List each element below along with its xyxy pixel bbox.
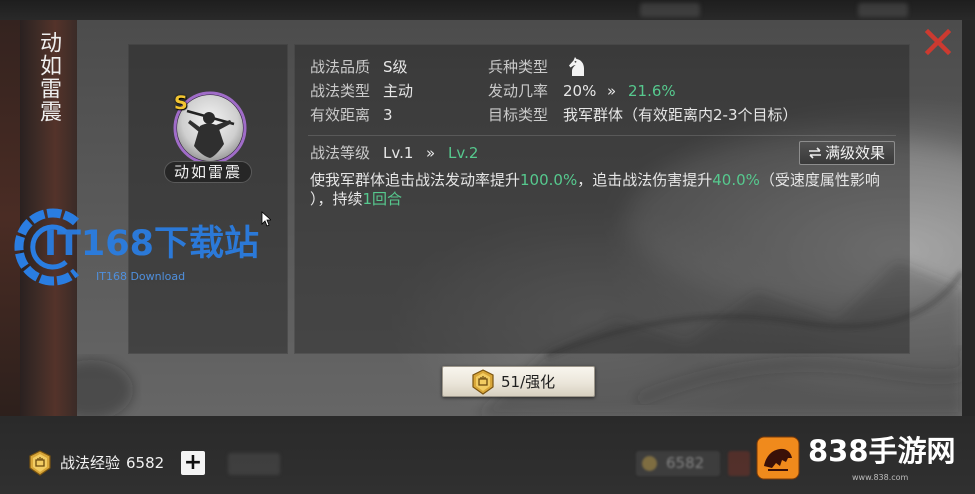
blurred-background-badge	[728, 451, 750, 476]
tactic-emblem-icon	[29, 450, 51, 476]
mouse-cursor-icon	[261, 211, 271, 227]
range-value: 3	[383, 106, 393, 124]
trigger-rate-arrow: »	[607, 82, 617, 100]
coin-icon	[642, 456, 657, 471]
tactic-type-label: 战法类型	[310, 82, 371, 100]
description-line-1: 使我军群体追击战法发动率提升100.0%，追击战法伤害提升40.0%（受速度属性…	[310, 170, 880, 190]
horse-icon	[569, 57, 584, 76]
trigger-rate-next-value: 21.6%	[628, 82, 676, 100]
trigger-rate-label: 发动几率	[488, 82, 549, 100]
troop-type-label: 兵种类型	[488, 58, 549, 76]
top-bar-background	[0, 0, 975, 20]
quality-label: 战法品质	[310, 58, 371, 76]
background-exp-display: 6582	[636, 451, 720, 476]
level-arrow: »	[426, 144, 436, 162]
target-type-value: 我军群体（有效距离内2-3个目标）	[563, 106, 798, 124]
upgrade-button[interactable]: 51/强化	[442, 366, 595, 397]
trigger-rate-value: 20%	[563, 82, 597, 100]
portrait-name-label: 动如雷震	[164, 161, 252, 183]
blurred-background-button	[228, 453, 280, 475]
description-segment: ），持续	[310, 190, 363, 208]
description-highlight: 40.0%	[712, 171, 760, 189]
tactic-exp-display: 战法经验 6582	[60, 453, 164, 473]
site-838-logo-icon	[756, 436, 800, 480]
add-exp-button[interactable]: +	[181, 451, 205, 475]
level-label: 战法等级	[310, 144, 371, 162]
description-line-2: ），持续1回合	[310, 189, 402, 209]
description-highlight: 100.0%	[520, 171, 578, 189]
grade-badge: S	[174, 92, 188, 114]
it168-watermark-subtitle: IT168 Download	[96, 270, 186, 283]
tactic-banner-title: 动如雷震	[36, 31, 61, 123]
background-right-edge	[962, 20, 975, 416]
tactic-exp-label: 战法经验	[60, 454, 121, 472]
blurred-tab	[858, 3, 908, 17]
max-effect-label: 满级效果	[825, 144, 886, 162]
site-838-watermark-url: www.838.com	[852, 473, 909, 482]
description-segment: 使我军群体追击战法发动率提升	[310, 171, 521, 189]
tactic-exp-value: 6582	[126, 454, 165, 472]
description-highlight: 1回合	[362, 190, 403, 208]
quality-value: S级	[383, 58, 408, 76]
level-next-value: Lv.2	[448, 144, 479, 162]
target-type-label: 目标类型	[488, 106, 549, 124]
info-divider	[308, 135, 896, 136]
upgrade-label: 51/强化	[501, 373, 556, 391]
close-button[interactable]	[924, 28, 952, 56]
range-label: 有效距离	[310, 106, 371, 124]
site-838-watermark-name: 838手游网	[808, 434, 956, 468]
game-screen: 动如雷震 S 动如雷震 战法品质 S级 兵种类型 战法类型 主动 发动几率 20…	[0, 0, 975, 494]
blurred-tab	[640, 3, 700, 17]
it168-watermark-title: IT168下载站	[44, 224, 259, 264]
tactic-emblem-icon	[472, 369, 494, 395]
background-exp-value: 6582	[666, 454, 705, 472]
max-effect-button[interactable]: 满级效果	[799, 141, 895, 165]
close-icon	[924, 28, 952, 56]
swap-arrows-icon	[809, 147, 821, 159]
description-segment: ，追击战法伤害提升	[577, 171, 713, 189]
level-value: Lv.1	[383, 144, 414, 162]
tactic-type-value: 主动	[383, 82, 414, 100]
description-segment: （受速度属性影响	[759, 171, 880, 189]
